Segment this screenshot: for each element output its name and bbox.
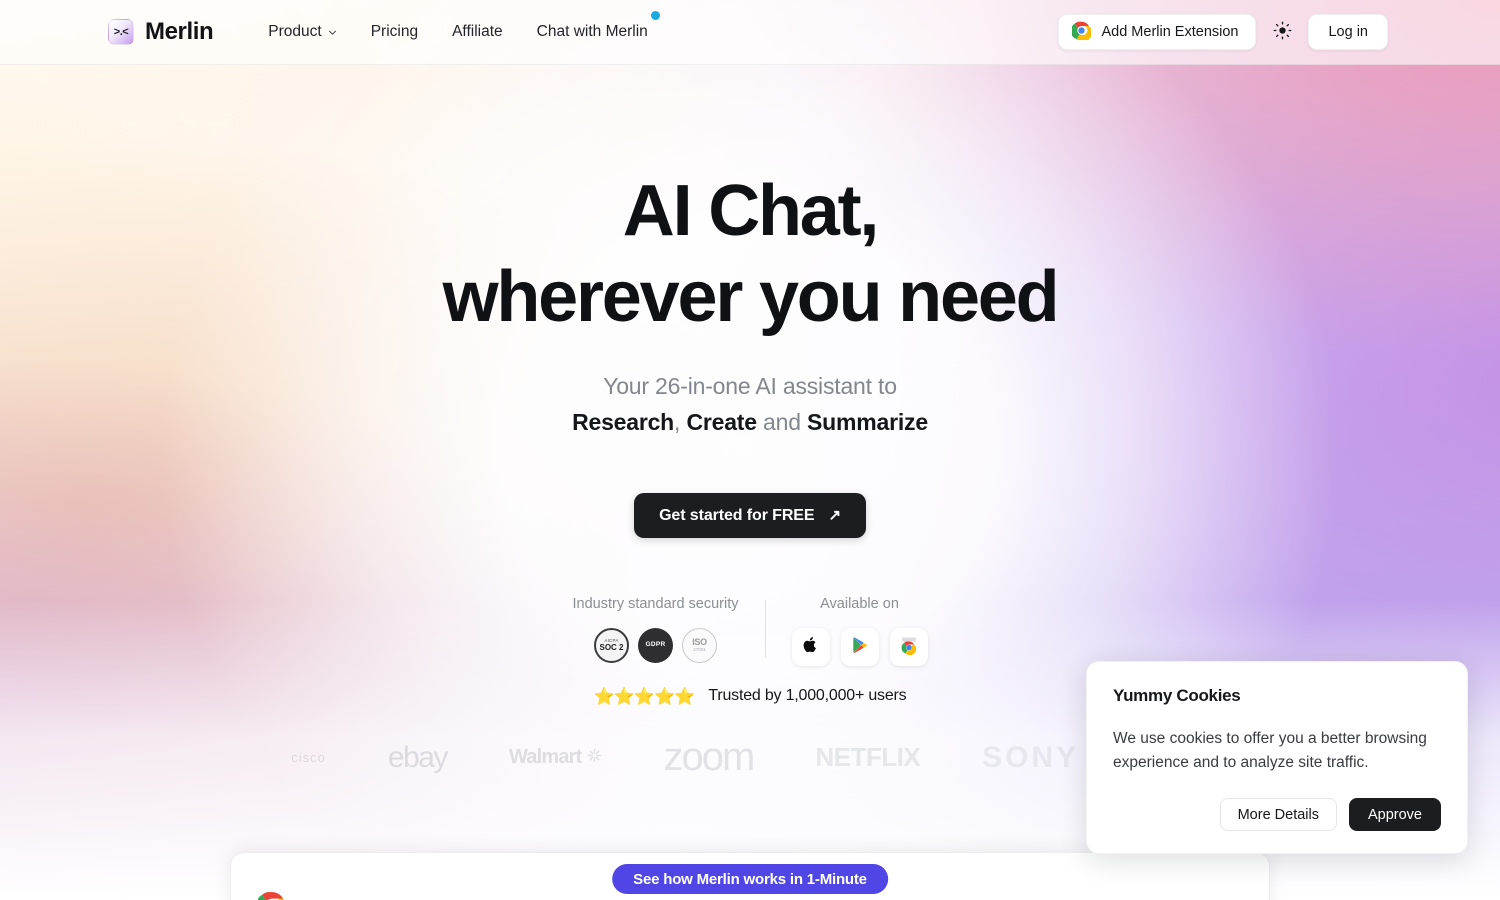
chrome-icon: [257, 891, 286, 900]
trust-row: Industry standard security AICPA SOC 2 G…: [0, 596, 1500, 666]
theme-toggle-button[interactable]: [1269, 19, 1295, 45]
chrome-web-store-link[interactable]: [889, 628, 928, 666]
login-button[interactable]: Log in: [1308, 14, 1388, 50]
bottom-promo-bar: See how Merlin works in 1-Minute: [230, 852, 1270, 900]
chrome-web-store-icon: [899, 635, 919, 660]
page-title-line2: wherever you need: [442, 257, 1060, 337]
cookie-dialog-body: We use cookies to offer you a better bro…: [1113, 730, 1427, 771]
walmart-spark-icon: [587, 746, 602, 769]
hero-subtitle-comma: ,: [674, 409, 681, 435]
logo-ebay: ebay: [387, 740, 449, 774]
hero-cta-wrapper: Get started for FREE ↗: [0, 493, 1500, 538]
cookie-dialog-title: Yummy Cookies: [1113, 686, 1241, 705]
hero-section: AI Chat, wherever you need Your 26-in-on…: [0, 168, 1500, 705]
available-on-label: Available on: [820, 596, 899, 612]
arrow-up-right-icon: ↗: [828, 507, 841, 524]
star-rating-icon: ⭐⭐⭐⭐⭐: [593, 686, 696, 706]
see-how-merlin-works-button[interactable]: See how Merlin works in 1-Minute: [612, 864, 888, 894]
merlin-logo-icon: >.<: [108, 19, 134, 45]
gdpr-badge-main: GDPR: [645, 641, 666, 649]
site-header: >.< Merlin Product Pricing Affiliate Cha…: [0, 0, 1500, 65]
hero-subtitle-line1: Your 26-in-one AI assistant to: [603, 373, 897, 399]
logo-sony: SONY: [982, 740, 1080, 774]
store-links: [791, 628, 928, 666]
google-play-store-link[interactable]: [840, 628, 879, 666]
hero-keyword-research: Research: [572, 409, 675, 435]
hero-keyword-summarize: Summarize: [807, 409, 928, 435]
logo-cisco: cisco: [291, 750, 326, 765]
apple-app-store-link[interactable]: [791, 628, 830, 666]
aicpa-soc2-badge: AICPA SOC 2: [594, 628, 629, 663]
see-how-merlin-works-label: See how Merlin works in 1-Minute: [633, 870, 867, 888]
security-column: Industry standard security AICPA SOC 2 G…: [572, 596, 739, 663]
login-button-label: Log in: [1328, 24, 1368, 40]
chevron-down-icon: [328, 28, 337, 37]
available-on-column: Available on: [791, 596, 928, 666]
iso-badge-top: ISO: [692, 637, 707, 648]
approve-label: Approve: [1367, 806, 1422, 823]
brand-name: Merlin: [145, 18, 214, 45]
page-title: AI Chat, wherever you need: [0, 168, 1500, 340]
approve-cookies-button[interactable]: Approve: [1348, 798, 1441, 831]
logo-zoom: zoom: [663, 735, 756, 779]
header-actions: Add Merlin Extension Log in: [1058, 14, 1388, 50]
cookie-consent-dialog: Yummy Cookies We use cookies to offer yo…: [1086, 661, 1468, 854]
new-indicator-dot: [650, 11, 660, 20]
sun-icon: [1273, 21, 1292, 43]
nav-item-product-label: Product: [268, 23, 322, 40]
security-badges: AICPA SOC 2 GDPR ISO 27001: [594, 628, 717, 663]
hero-subtitle: Your 26-in-one AI assistant to Research,…: [0, 373, 1500, 436]
security-label: Industry standard security: [572, 596, 739, 612]
logo-walmart: Walmart: [509, 746, 602, 769]
page-title-line1: AI Chat,: [622, 171, 880, 251]
main-navigation: Product Pricing Affiliate Chat with Merl…: [268, 11, 660, 41]
nav-item-chat-with-merlin[interactable]: Chat with Merlin: [536, 11, 660, 41]
nav-item-affiliate[interactable]: Affiliate: [452, 23, 503, 41]
iso-27001-badge: ISO 27001: [682, 628, 717, 663]
hero-subtitle-and: and: [756, 409, 807, 435]
more-details-label: More Details: [1237, 806, 1319, 823]
nav-item-product[interactable]: Product: [268, 23, 336, 41]
logo-walmart-label: Walmart: [508, 746, 582, 768]
rating-text: Trusted by 1,000,000+ users: [708, 687, 907, 704]
add-merlin-extension-label: Add Merlin Extension: [1101, 24, 1239, 40]
apple-icon: [801, 635, 820, 659]
cookie-dialog-actions: More Details Approve: [1113, 798, 1441, 831]
get-started-button[interactable]: Get started for FREE ↗: [634, 493, 866, 538]
logo-netflix: NETFLIX: [815, 742, 921, 772]
get-started-label: Get started for FREE: [659, 506, 815, 524]
more-details-button[interactable]: More Details: [1219, 798, 1337, 831]
google-play-icon: [851, 636, 869, 659]
nav-item-affiliate-label: Affiliate: [452, 23, 503, 40]
hero-subtitle-line2: Research, Create and Summarize: [0, 409, 1500, 436]
add-merlin-extension-button[interactable]: Add Merlin Extension: [1058, 14, 1257, 50]
aicpa-soc2-badge-main: SOC 2: [599, 643, 624, 653]
nav-item-pricing-label: Pricing: [370, 23, 419, 40]
brand-logo[interactable]: >.< Merlin: [108, 18, 214, 46]
trust-divider: [764, 600, 766, 658]
nav-item-chat-label: Chat with Merlin: [536, 23, 648, 40]
gdpr-badge: GDPR: [638, 628, 673, 663]
chrome-icon: [1071, 21, 1093, 44]
hero-keyword-create: Create: [686, 409, 757, 435]
nav-item-pricing[interactable]: Pricing: [371, 23, 418, 41]
iso-badge-main: 27001: [693, 647, 706, 653]
